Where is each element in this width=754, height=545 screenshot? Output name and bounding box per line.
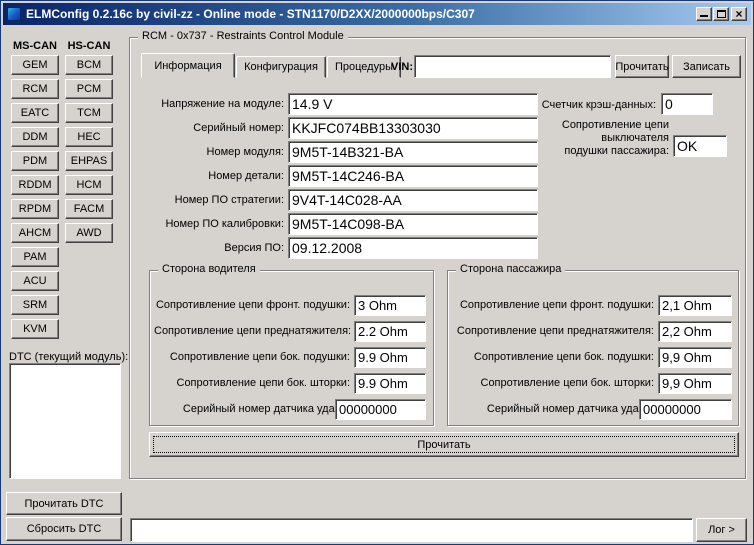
passenger-side-title: Сторона пассажира [456, 263, 566, 275]
clear-dtc-button[interactable]: Сбросить DTC [6, 517, 122, 541]
driver-curtain-label: Сопротивление цепи бок. шторки: [176, 377, 351, 389]
sw-version-label: Версия ПО: [224, 242, 284, 254]
voltage-label: Напряжение на модуле: [161, 98, 284, 110]
log-input[interactable] [130, 518, 693, 542]
vin-input[interactable] [414, 55, 611, 78]
driver-pretensioner-field[interactable] [354, 321, 426, 342]
tab-information[interactable]: Информация [141, 53, 235, 78]
calibration-label: Номер ПО калибровки: [165, 218, 284, 230]
app-icon[interactable] [7, 7, 21, 21]
sidebar-item-facm[interactable]: FACM [65, 199, 113, 219]
driver-side-title: Сторона водителя [158, 263, 260, 275]
sidebar-item-rpdm[interactable]: RPDM [11, 199, 59, 219]
module-num-label: Номер модуля: [206, 146, 284, 158]
serial-field[interactable] [288, 117, 538, 139]
tab-configuration[interactable]: Конфигурация [236, 56, 326, 78]
passenger-pretensioner-label: Сопротивление цепи преднатяжителя: [456, 325, 654, 337]
sidebar-item-bcm[interactable]: BCM [65, 55, 113, 75]
app-window: ELMConfig 0.2.16c by civil-zz - Online m… [0, 0, 754, 545]
part-num-field[interactable] [288, 165, 538, 187]
passenger-side-group: Сторона пассажира Сопротивление цепи фро… [447, 263, 739, 426]
passenger-curtain-label: Сопротивление цепи бок. шторки: [480, 377, 655, 389]
calibration-field[interactable] [288, 213, 538, 235]
window-title: ELMConfig 0.2.16c by civil-zz - Online m… [26, 7, 475, 21]
vin-read-button[interactable]: Прочитать [615, 55, 669, 78]
maximize-icon [717, 10, 726, 18]
title-bar[interactable]: ELMConfig 0.2.16c by civil-zz - Online m… [3, 3, 751, 25]
sidebar-item-acu[interactable]: ACU [11, 271, 59, 291]
driver-side-airbag-field[interactable] [354, 347, 426, 368]
strategy-label: Номер ПО стратегии: [174, 194, 284, 206]
close-button[interactable]: × [731, 7, 747, 21]
read-all-button[interactable]: Прочитать [149, 432, 739, 457]
sidebar-item-srm[interactable]: SRM [11, 295, 59, 315]
pass-switch-label: Сопротивление цепи выключателя подушки п… [561, 119, 669, 157]
sidebar-item-awd[interactable]: AWD [65, 223, 113, 243]
sw-version-field[interactable] [288, 237, 538, 259]
passenger-front-airbag-label: Сопротивление цепи фронт. подушки: [459, 299, 654, 311]
hs-can-header: HS-CAN [67, 40, 111, 52]
driver-curtain-field[interactable] [354, 373, 426, 394]
log-button[interactable]: Лог > [696, 518, 747, 542]
crash-counter-field[interactable] [661, 93, 713, 115]
passenger-front-airbag-field[interactable] [658, 295, 732, 316]
sidebar-item-ahcm[interactable]: AHCM [11, 223, 59, 243]
dtc-list-label: DTC (текущий модуль): [9, 351, 129, 363]
part-num-label: Номер детали: [208, 170, 284, 182]
passenger-side-airbag-label: Сопротивление цепи бок. подушки: [473, 351, 654, 363]
driver-crash-sensor-label: Серийный номер датчика удара: [182, 403, 350, 415]
module-num-field[interactable] [288, 141, 538, 163]
sidebar-item-pam[interactable]: PAM [11, 247, 59, 267]
sidebar-item-tcm[interactable]: TCM [65, 103, 113, 123]
sidebar-item-gem[interactable]: GEM [11, 55, 59, 75]
ms-can-header: MS-CAN [13, 40, 57, 52]
dtc-listbox[interactable] [9, 363, 121, 479]
sidebar-item-pcm[interactable]: PCM [65, 79, 113, 99]
sidebar-item-rddm[interactable]: RDDM [11, 175, 59, 195]
sidebar-item-rcm[interactable]: RCM [11, 79, 59, 99]
minimize-button[interactable] [696, 7, 712, 21]
read-dtc-button[interactable]: Прочитать DTC [6, 492, 122, 515]
passenger-crash-sensor-field[interactable] [639, 399, 732, 420]
sidebar-item-pdm[interactable]: PDM [11, 151, 59, 171]
module-group-title: RCM - 0x737 - Restraints Control Module [138, 30, 348, 42]
sidebar-item-eatc[interactable]: EATC [11, 103, 59, 123]
driver-side-airbag-label: Сопротивление цепи бок. подушки: [169, 351, 350, 363]
strategy-field[interactable] [288, 189, 538, 211]
sidebar-item-hcm[interactable]: HCM [65, 175, 113, 195]
passenger-pretensioner-field[interactable] [658, 321, 732, 342]
driver-pretensioner-label: Сопротивление цепи преднатяжителя: [154, 325, 352, 337]
driver-front-airbag-label: Сопротивление цепи фронт. подушки: [155, 299, 350, 311]
sidebar-item-ddm[interactable]: DDM [11, 127, 59, 147]
tab-procedures[interactable]: Процедуры [327, 56, 401, 78]
driver-side-group: Сторона водителя Сопротивление цепи фрон… [149, 263, 434, 426]
serial-label: Серийный номер: [193, 122, 284, 134]
close-icon: × [735, 7, 743, 21]
sidebar-item-ehpas[interactable]: EHPAS [65, 151, 113, 171]
minimize-icon [700, 15, 708, 17]
passenger-curtain-field[interactable] [658, 373, 732, 394]
driver-front-airbag-field[interactable] [354, 295, 426, 316]
sidebar-item-hec[interactable]: HEC [65, 127, 113, 147]
driver-crash-sensor-field[interactable] [335, 399, 426, 420]
maximize-button[interactable] [713, 7, 729, 21]
vin-write-button[interactable]: Записать [672, 55, 741, 78]
passenger-side-airbag-field[interactable] [658, 347, 732, 368]
passenger-crash-sensor-label: Серийный номер датчика удара: [486, 403, 654, 415]
crash-counter-label: Счетчик крэш-данных: [541, 99, 656, 111]
sidebar-item-kvm[interactable]: KVM [11, 319, 59, 339]
vin-label: VIN: [391, 61, 413, 73]
pass-switch-field[interactable] [673, 135, 727, 157]
